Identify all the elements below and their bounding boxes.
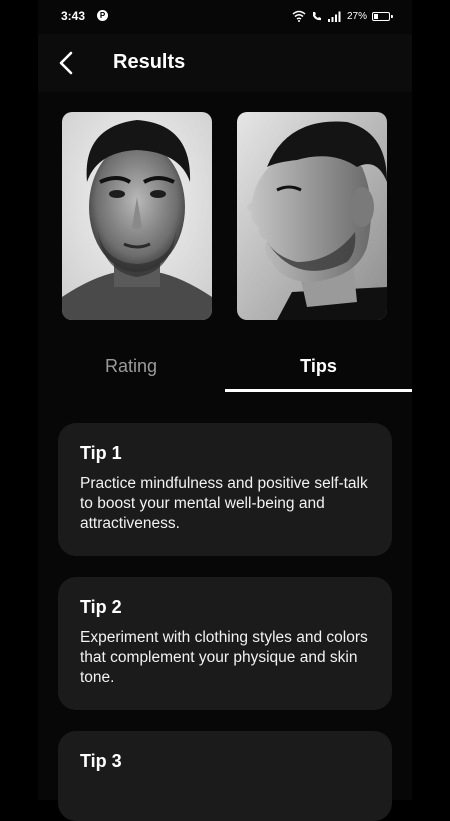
tip-title: Tip 3	[80, 751, 122, 771]
battery-percent: 27%	[346, 10, 367, 22]
chevron-left-icon	[59, 51, 73, 75]
tip-title: Tip 2	[80, 597, 122, 617]
face-profile-photo	[237, 112, 387, 320]
tab-tips[interactable]: Tips	[225, 346, 412, 392]
face-front-photo	[62, 112, 212, 320]
wifi-icon	[292, 10, 306, 22]
tab-rating[interactable]: Rating	[38, 346, 224, 392]
tip-title: Tip 1	[80, 443, 122, 463]
app-notification-icon: P	[97, 10, 108, 21]
result-tabs: Rating Tips	[38, 346, 412, 392]
back-button[interactable]	[52, 48, 82, 78]
battery-level	[374, 13, 378, 19]
tip-card: Tip 3	[58, 731, 392, 821]
tip-card: Tip 1 Practice mindfulness and positive …	[58, 423, 392, 556]
tip-text: Experiment with clothing styles and colo…	[80, 629, 368, 686]
status-bar: 3:43 P 27%	[38, 0, 412, 34]
tip-text: Practice mindfulness and positive self-t…	[80, 475, 368, 532]
battery-icon	[372, 11, 393, 21]
tip-card: Tip 2 Experiment with clothing styles an…	[58, 577, 392, 710]
header-bar: Results	[38, 34, 412, 92]
status-time: 3:43	[61, 9, 86, 23]
page-title: Results	[113, 51, 186, 73]
signal-icon	[327, 11, 341, 22]
status-icons: 27%	[292, 8, 393, 24]
wifi-calling-icon	[312, 12, 321, 21]
active-tab-indicator	[225, 389, 412, 392]
